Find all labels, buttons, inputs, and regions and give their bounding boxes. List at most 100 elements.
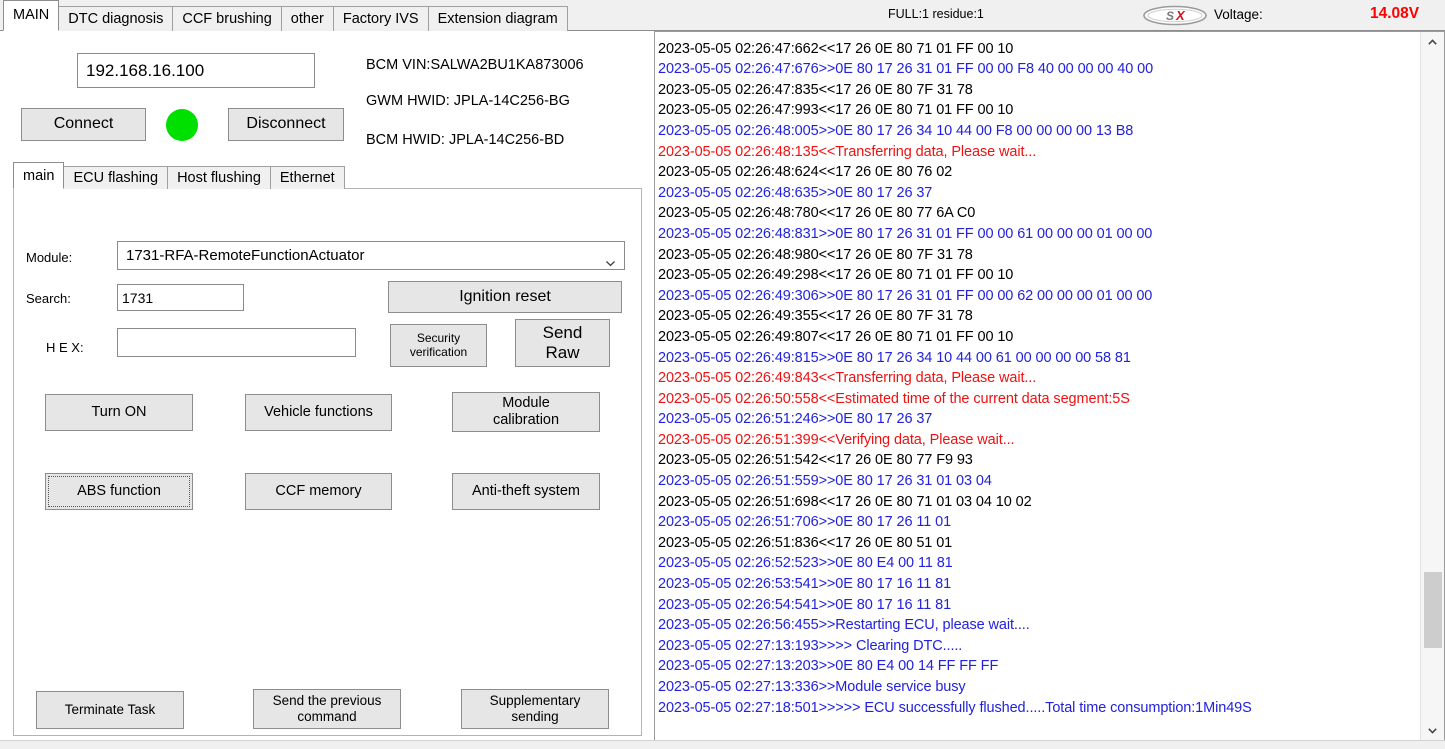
log-line: 2023-05-05 02:26:48:624<<17 26 0E 80 76 … [656, 162, 1419, 183]
svg-text:X: X [1175, 8, 1186, 23]
ignition-reset-button[interactable]: Ignition reset [388, 281, 622, 313]
top-tab-main[interactable]: MAIN [3, 0, 59, 31]
log-viewport[interactable]: 2023-05-05 02:26:47:521<<17 26 0E 80 71 … [656, 32, 1419, 741]
scroll-up-button[interactable] [1421, 32, 1444, 53]
brand-logo-icon: S X [1142, 5, 1208, 26]
chevron-up-icon [1427, 37, 1438, 48]
hex-input[interactable] [117, 328, 356, 357]
top-tab-other[interactable]: other [281, 6, 334, 31]
anti-theft-system-button[interactable]: Anti-theft system [452, 473, 600, 510]
module-select-value: 1731-RFA-RemoteFunctionActuator [126, 247, 364, 264]
inner-tab-ethernet[interactable]: Ethernet [270, 166, 345, 189]
security-verification-button[interactable]: Security verification [390, 324, 487, 367]
log-line: 2023-05-05 02:26:49:355<<17 26 0E 80 7F … [656, 306, 1419, 327]
log-line: 2023-05-05 02:27:18:501>>>>> ECU success… [656, 698, 1419, 719]
scroll-down-button[interactable] [1421, 720, 1444, 741]
top-tab-list: MAIN DTC diagnosis CCF brushing other Factor… [3, 0, 567, 31]
module-select[interactable]: 1731-RFA-RemoteFunctionActuator [117, 241, 625, 270]
log-line: 2023-05-05 02:26:51:559>>0E 80 17 26 31 … [656, 471, 1419, 492]
log-vertical-scrollbar[interactable] [1420, 32, 1444, 741]
log-line: 2023-05-05 02:26:51:836<<17 26 0E 80 51 … [656, 533, 1419, 554]
send-previous-command-button[interactable]: Send the previous command [253, 689, 401, 729]
log-line: 2023-05-05 02:26:56:455>>Restarting ECU,… [656, 615, 1419, 636]
top-tab-factory-ivs[interactable]: Factory IVS [333, 6, 429, 31]
log-line: 2023-05-05 02:26:47:835<<17 26 0E 80 7F … [656, 80, 1419, 101]
top-tab-bar: MAIN DTC diagnosis CCF brushing other Factor… [0, 0, 1445, 31]
module-label: Module: [26, 250, 72, 265]
log-line: 2023-05-05 02:26:48:780<<17 26 0E 80 77 … [656, 203, 1419, 224]
abs-function-button[interactable]: ABS function [45, 473, 193, 510]
inner-tab-host-flushing[interactable]: Host flushing [167, 166, 271, 189]
chevron-down-icon [1427, 725, 1438, 736]
gwm-hwid-text: GWM HWID: JPLA-14C256-BG [366, 93, 570, 109]
top-tab-label: other [291, 11, 324, 27]
supplementary-sending-button[interactable]: Supplementary sending [461, 689, 609, 729]
voltage-label: Voltage: [1214, 7, 1263, 22]
log-line: 2023-05-05 02:26:48:831>>0E 80 17 26 31 … [656, 224, 1419, 245]
log-line: 2023-05-05 02:26:51:399<<Verifying data,… [656, 430, 1419, 451]
bcm-hwid-text: BCM HWID: JPLA-14C256-BD [366, 132, 564, 148]
log-line: 2023-05-05 02:27:13:203>>0E 80 E4 00 14 … [656, 656, 1419, 677]
communication-log-panel: 2023-05-05 02:26:47:521<<17 26 0E 80 71 … [654, 31, 1445, 742]
top-tab-label: Factory IVS [343, 11, 419, 27]
svg-text:S: S [1166, 9, 1174, 23]
log-line: 2023-05-05 02:26:50:558<<Estimated time … [656, 389, 1419, 410]
log-line: 2023-05-05 02:26:51:706>>0E 80 17 26 11 … [656, 512, 1419, 533]
send-raw-button[interactable]: Send Raw [515, 319, 610, 367]
top-tab-label: CCF brushing [182, 11, 271, 27]
log-line: 2023-05-05 02:26:49:807<<17 26 0E 80 71 … [656, 327, 1419, 348]
top-tab-label: Extension diagram [438, 11, 558, 27]
ip-address-input[interactable] [77, 53, 315, 88]
hex-label: H E X: [46, 340, 84, 355]
connection-status-led [166, 109, 198, 141]
log-line: 2023-05-05 02:27:13:193>>>> Clearing DTC… [656, 636, 1419, 657]
log-line: 2023-05-05 02:26:49:815>>0E 80 17 26 34 … [656, 348, 1419, 369]
log-line: 2023-05-05 02:26:48:635>>0E 80 17 26 37 [656, 183, 1419, 204]
log-line: 2023-05-05 02:26:49:298<<17 26 0E 80 71 … [656, 265, 1419, 286]
inner-tab-label: ECU flashing [73, 170, 158, 186]
top-tab-dtc-diagnosis[interactable]: DTC diagnosis [58, 6, 173, 31]
inner-tab-ecu-flashing[interactable]: ECU flashing [63, 166, 168, 189]
log-line: 2023-05-05 02:26:49:843<<Transferring da… [656, 368, 1419, 389]
top-tab-label: MAIN [13, 7, 49, 23]
inner-tab-label: main [23, 168, 54, 184]
scrollbar-thumb[interactable] [1424, 572, 1442, 648]
log-line: 2023-05-05 02:26:47:676>>0E 80 17 26 31 … [656, 59, 1419, 80]
log-line: 2023-05-05 02:26:47:521<<17 26 0E 80 71 … [656, 32, 1419, 39]
chevron-down-icon [605, 251, 616, 262]
queue-status-text: FULL:1 residue:1 [888, 7, 984, 21]
module-calibration-button[interactable]: Module calibration [452, 392, 600, 432]
terminate-task-button[interactable]: Terminate Task [36, 691, 184, 729]
log-line: 2023-05-05 02:26:48:980<<17 26 0E 80 7F … [656, 245, 1419, 266]
log-line: 2023-05-05 02:27:13:336>>Module service … [656, 677, 1419, 698]
top-tab-ccf-brushing[interactable]: CCF brushing [172, 6, 281, 31]
disconnect-button[interactable]: Disconnect [228, 108, 344, 141]
ccf-memory-button[interactable]: CCF memory [245, 473, 392, 510]
log-line: 2023-05-05 02:26:52:523>>0E 80 E4 00 11 … [656, 553, 1419, 574]
turn-on-button[interactable]: Turn ON [45, 394, 193, 431]
log-line: 2023-05-05 02:26:47:662<<17 26 0E 80 71 … [656, 39, 1419, 60]
search-label: Search: [26, 291, 71, 306]
connect-button[interactable]: Connect [21, 108, 146, 141]
bottom-status-strip [0, 740, 1445, 749]
vehicle-functions-button[interactable]: Vehicle functions [245, 394, 392, 431]
log-line: 2023-05-05 02:26:51:698<<17 26 0E 80 71 … [656, 492, 1419, 513]
voltage-value: 14.08V [1370, 5, 1419, 23]
log-line: 2023-05-05 02:26:51:246>>0E 80 17 26 37 [656, 409, 1419, 430]
log-line: 2023-05-05 02:26:47:993<<17 26 0E 80 71 … [656, 100, 1419, 121]
left-control-panel: Connect Disconnect BCM VIN:SALWA2BU1KA87… [0, 31, 652, 749]
inner-tab-list: main ECU flashing Host flushingEthernet [13, 162, 344, 189]
log-line: 2023-05-05 02:26:49:306>>0E 80 17 26 31 … [656, 286, 1419, 307]
inner-tab-content: Module: 1731-RFA-RemoteFunctionActuator … [13, 188, 642, 736]
log-line: 2023-05-05 02:26:48:135<<Transferring da… [656, 142, 1419, 163]
top-tab-label: DTC diagnosis [68, 11, 163, 27]
log-line: 2023-05-05 02:26:48:005>>0E 80 17 26 34 … [656, 121, 1419, 142]
inner-tab-main[interactable]: main [13, 162, 64, 189]
top-tab-extension-diagram[interactable]: Extension diagram [428, 6, 568, 31]
log-line: 2023-05-05 02:26:54:541>>0E 80 17 16 11 … [656, 595, 1419, 616]
abs-function-label: ABS function [77, 483, 161, 500]
search-input[interactable] [117, 284, 244, 311]
inner-tab-group: main ECU flashing Host flushingEthernet Mo… [13, 162, 642, 736]
log-line: 2023-05-05 02:26:51:542<<17 26 0E 80 77 … [656, 450, 1419, 471]
log-line: 2023-05-05 02:26:53:541>>0E 80 17 16 11 … [656, 574, 1419, 595]
